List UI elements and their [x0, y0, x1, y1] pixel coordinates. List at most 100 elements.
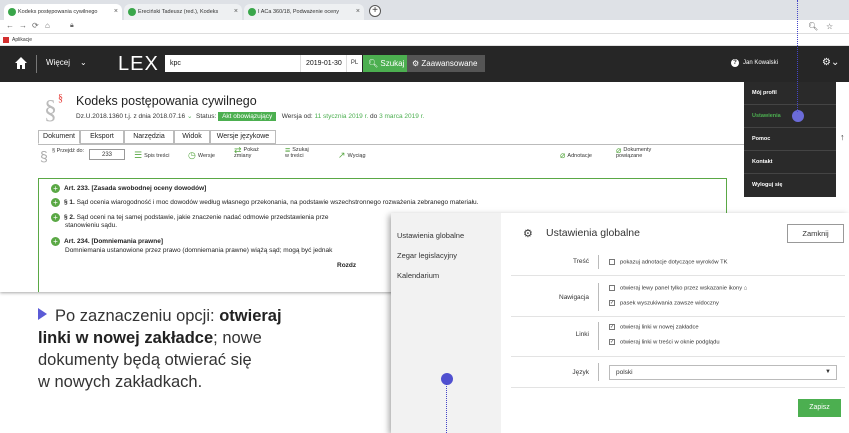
user-name[interactable]: Jan Kowalski: [743, 60, 778, 66]
star-icon[interactable]: ☆: [826, 22, 833, 31]
tab-wersje-jezykowe[interactable]: Wersje językowe: [210, 130, 276, 144]
forward-arrow-icon[interactable]: →: [19, 21, 27, 30]
chevron-down-icon: ⌄: [80, 58, 87, 67]
divider: [511, 275, 845, 276]
lex-favicon-icon: [248, 8, 256, 16]
apps-bookmark[interactable]: Aplikacje: [12, 37, 32, 43]
close-button[interactable]: Zamknij: [787, 224, 844, 243]
language-select[interactable]: PL: [346, 55, 362, 72]
related-documents-button[interactable]: ⌀ Dokumenty powiązane: [616, 146, 651, 160]
language-select[interactable]: polski ▼: [609, 365, 837, 380]
search-input[interactable]: kpc: [165, 55, 300, 72]
search-in-text-button[interactable]: ≡ Szukaj w treści: [285, 146, 309, 160]
menu-item-contact[interactable]: Kontakt: [744, 151, 836, 174]
tab-narzedzia[interactable]: Narzędzia: [124, 130, 174, 144]
settings-nav-clock[interactable]: Zegar legislacyjny: [397, 251, 457, 260]
links-label: Linki: [575, 331, 589, 338]
tab-dokument[interactable]: Dokument: [38, 130, 80, 144]
checkbox-checked[interactable]: ✓: [609, 324, 615, 330]
checkbox[interactable]: [609, 285, 615, 291]
document-title: Kodeks postępowania cywilnego: [76, 94, 257, 108]
checkbox[interactable]: [609, 259, 615, 265]
checkbox-checked[interactable]: ✓: [609, 339, 615, 345]
divider: [598, 283, 599, 311]
gear-icon[interactable]: ⚙⌄: [822, 57, 839, 68]
go-to-input[interactable]: 233: [89, 149, 125, 160]
expand-plus-icon[interactable]: +: [51, 198, 60, 207]
article-233: + Art. 233. [Zasada swobodnej oceny dowod…: [51, 184, 206, 193]
article-234-text: Domniemania ustanowione przez prawo (dom…: [65, 247, 333, 254]
tab-strip: Kodeks postępowania cywilnego × Erecińsk…: [0, 0, 849, 20]
expand-plus-icon[interactable]: +: [51, 184, 60, 193]
lock-icon[interactable]: 🔒︎: [70, 22, 74, 30]
back-arrow-icon[interactable]: ←: [6, 21, 14, 30]
version-to-link[interactable]: 3 marca 2019 r.: [379, 113, 424, 120]
callout-text: Po zaznaczeniu opcji: otwieraj linki w n…: [38, 307, 282, 391]
settings-nav-calendar[interactable]: Kalendarium: [397, 271, 439, 280]
lex-top-bar: Więcej ⌄ LEX kpc 2019-01-30 PL 🔍︎ Szukaj…: [0, 46, 849, 82]
scroll-up-arrow-icon[interactable]: ↑: [840, 132, 845, 142]
browser-tab-commentary[interactable]: Ereciński Tadeusz (red.), Kodeks ×: [124, 4, 242, 20]
date-input[interactable]: 2019-01-30: [300, 55, 346, 72]
tab-eksport[interactable]: Eksport: [80, 130, 124, 144]
browser-tab-judgment[interactable]: I ACa 360/18, Podważenie oceny ×: [244, 4, 364, 20]
browser-tab-kpc[interactable]: Kodeks postępowania cywilnego ×: [4, 4, 122, 20]
save-button[interactable]: Zapisz: [798, 399, 841, 417]
chevron-down-icon[interactable]: ⌄: [187, 113, 192, 120]
home-icon: ⌂: [743, 285, 748, 292]
apps-icon[interactable]: [3, 37, 9, 43]
option-tk-annotations[interactable]: pokazuj adnotacje dotyczące wyroków TK: [609, 259, 728, 266]
section-icon: §: [40, 148, 48, 164]
home-icon[interactable]: [14, 56, 28, 70]
zoom-icon[interactable]: 🔍︎: [808, 22, 818, 31]
address-bar: ← → ⟳ ⌂ 🔒︎ 🔍︎ ☆: [0, 20, 849, 34]
advanced-search-button[interactable]: ⚙ Zaawansowane: [407, 55, 485, 72]
help-icon[interactable]: ?: [731, 59, 739, 67]
close-tab-icon[interactable]: ×: [234, 4, 238, 20]
dropdown-arrow-icon: ▼: [825, 369, 831, 375]
extract-icon: ↗: [338, 150, 346, 160]
reload-icon[interactable]: ⟳: [32, 21, 39, 30]
settings-nav-global[interactable]: Ustawienia globalne: [397, 231, 464, 240]
annotations-button[interactable]: ⌀ Adnotacje: [560, 150, 592, 161]
pointer-triangle-icon: [38, 308, 47, 320]
connector-line: [797, 0, 798, 112]
expand-plus-icon[interactable]: +: [51, 213, 60, 222]
extract-button[interactable]: ↗ Wyciąg: [338, 150, 366, 161]
expand-plus-icon[interactable]: +: [51, 237, 60, 246]
option-search-bar[interactable]: ✓ pasek wyszukiwania zawsze widoczny: [609, 300, 719, 307]
go-to-label: § Przejdź do:: [52, 148, 85, 154]
pointer-marker: [792, 110, 804, 122]
list-icon: ☰: [134, 150, 143, 160]
versions-button[interactable]: ◷ Wersje: [188, 150, 215, 161]
divider: [598, 322, 599, 350]
settings-main: ⚙ Ustawienia globalne Zamknij Treść poka…: [501, 213, 849, 433]
home-browser-icon[interactable]: ⌂: [45, 21, 50, 30]
divider: [511, 356, 845, 357]
option-new-tab[interactable]: ✓ otwieraj linki w nowej zakładce: [609, 324, 699, 331]
divider: [511, 387, 845, 388]
search-icon: 🔍︎: [368, 59, 379, 68]
toc-button[interactable]: ☰ Spis treści: [134, 150, 169, 161]
show-changes-button[interactable]: ⇄ Pokaż zmiany: [234, 146, 259, 160]
menu-item-help[interactable]: Pomoc: [744, 128, 836, 151]
menu-item-logout[interactable]: Wyloguj się: [744, 174, 836, 197]
lex-favicon-icon: [8, 8, 16, 16]
new-tab-button[interactable]: +: [369, 5, 381, 17]
option-preview-window[interactable]: ✓ otwieraj linki w treści w oknie podgląd…: [609, 339, 720, 346]
checkbox-checked[interactable]: ✓: [609, 300, 615, 306]
menu-item-profile[interactable]: Mój profil: [744, 82, 836, 105]
connector-line: [446, 384, 447, 433]
search-button[interactable]: 🔍︎ Szukaj: [363, 55, 407, 72]
more-menu[interactable]: Więcej: [46, 58, 70, 67]
settings-title: Ustawienia globalne: [546, 227, 640, 239]
option-left-panel[interactable]: otwieraj lewy panel tylko przez wskazani…: [609, 285, 747, 292]
document-toolbar: § § Przejdź do: 233 ☰ Spis treści ◷ Wersje…: [38, 144, 773, 166]
close-tab-icon[interactable]: ×: [114, 4, 118, 20]
navigation-label: Nawigacja: [559, 294, 589, 301]
tab-widok[interactable]: Widok: [174, 130, 210, 144]
version-from-link[interactable]: 11 stycznia 2019 r.: [315, 113, 369, 120]
menu-item-settings[interactable]: Ustawienia: [744, 105, 836, 128]
paragraph-1: + § 1. Sąd ocenia wiarogodność i moc dowo…: [51, 198, 478, 207]
close-tab-icon[interactable]: ×: [356, 4, 360, 20]
